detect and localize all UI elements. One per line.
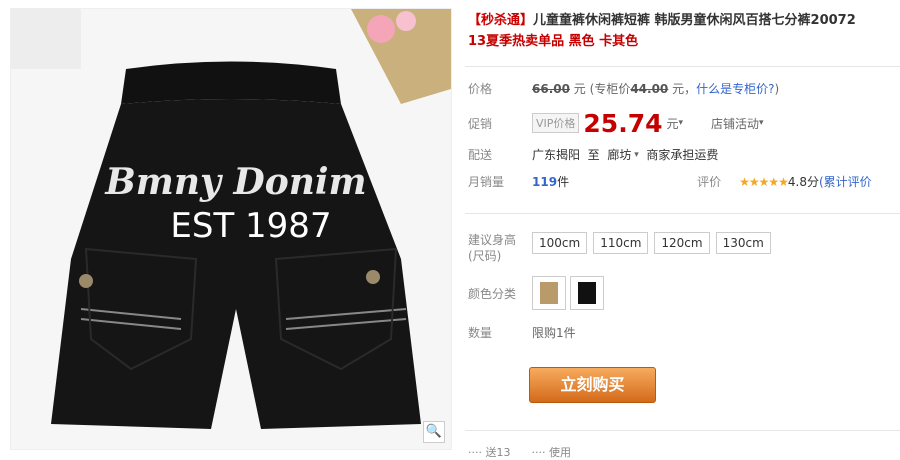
product-image[interactable]: Bmny Donim EST 1987 🔍 <box>10 8 452 450</box>
promo-price: 25.74 <box>583 108 663 138</box>
buy-now-button[interactable]: 立刻购买 <box>529 367 656 403</box>
size-option[interactable]: 110cm <box>593 232 649 254</box>
shorts-illustration: Bmny Donim EST 1987 <box>11 9 451 449</box>
counter-price-help-link[interactable]: 什么是专柜价? <box>696 80 774 97</box>
divider <box>465 66 900 67</box>
promo-row: 促销 VIP价格 25.74 元 ▾ 店铺活动 ▾ <box>468 108 764 138</box>
divider <box>465 430 900 431</box>
review-count-link[interactable]: (累计评价 <box>819 173 872 190</box>
size-option[interactable]: 130cm <box>715 232 771 254</box>
logo-text-2: EST 1987 <box>170 206 331 246</box>
color-swatch-khaki[interactable] <box>532 276 566 310</box>
color-swatch-black[interactable] <box>570 276 604 310</box>
logo-text-1: Bmny Donim <box>104 161 366 203</box>
sales-row: 月销量 119 件 评价 ★★★★★ 4.8分 (累计评价 <box>468 173 872 190</box>
chevron-down-icon[interactable]: ▾ <box>631 150 639 160</box>
chevron-down-icon[interactable]: ▾ <box>759 118 764 128</box>
shop-activity-link[interactable]: 店铺活动 <box>711 115 759 132</box>
rating-stars-icon: ★★★★★ <box>739 174 789 189</box>
bottom-strip: ···· 送13 ···· 使用 <box>468 446 571 459</box>
size-option[interactable]: 100cm <box>532 232 588 254</box>
delivery-row: 配送 广东揭阳 至 廊坊 ▾ 商家承担运费 <box>468 146 719 163</box>
color-row: 颜色分类 <box>468 276 608 310</box>
product-subtitle: 13夏季热卖单品 黑色 卡其色 <box>468 34 639 49</box>
size-row: 建议身高(尺码) 100cm 110cm 120cm 130cm <box>468 232 777 264</box>
price-row: 价格 66.00 元 (专柜价 44.00 元， 什么是专柜价? ) <box>468 80 780 97</box>
vip-badge: VIP价格 <box>532 113 580 133</box>
product-title: 【秒杀通】儿童童裤休闲裤短裤 韩版男童休闲风百搭七分裤20072 <box>468 13 856 28</box>
chevron-down-icon[interactable]: ▾ <box>679 118 684 128</box>
divider <box>465 213 900 214</box>
quantity-row: 数量 限购1件 <box>468 326 576 340</box>
magnifier-icon[interactable]: 🔍 <box>423 421 445 443</box>
destination-select[interactable]: 廊坊 <box>607 146 631 163</box>
size-option[interactable]: 120cm <box>654 232 710 254</box>
